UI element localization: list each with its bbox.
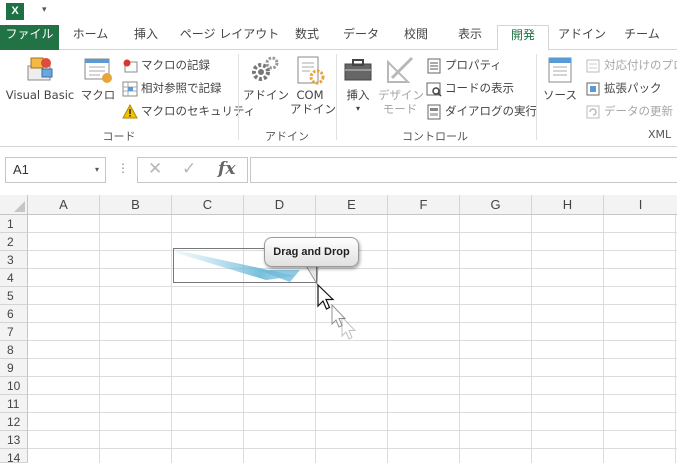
mouse-cursor-icon <box>317 283 335 310</box>
drag-and-drop-callout: Drag and Drop <box>264 237 359 267</box>
drag-overlay <box>176 250 357 340</box>
mouse-cursor-icon <box>341 315 357 340</box>
